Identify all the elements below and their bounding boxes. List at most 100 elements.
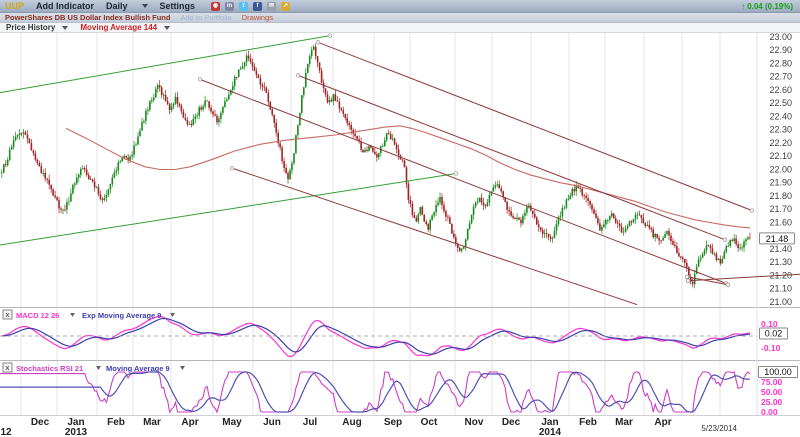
ma144-dropdown[interactable]: Moving Average 144 [80, 23, 157, 32]
fund-name: PowerShares DB US Dollar Index Bullish F… [5, 13, 170, 22]
svg-text:21.10: 21.10 [769, 284, 792, 294]
stoch-header: x Stochastics RSI 21 Moving Average 9 [3, 363, 185, 373]
svg-text:21.48: 21.48 [766, 234, 789, 244]
month-label: Nov [465, 417, 484, 428]
svg-text:-0.10: -0.10 [761, 343, 781, 353]
month-label: Jul [303, 417, 318, 428]
year-label: 12 [0, 427, 12, 437]
time-axis: DecJanFebMarAprMayJunJulAugSepOctNovDecJ… [0, 417, 737, 437]
subtitle-bar: PowerShares DB US Dollar Index Bullish F… [0, 13, 800, 23]
price-history-dropdown[interactable]: Price History [6, 23, 55, 32]
month-label: Jun [263, 417, 281, 428]
chart-svg[interactable]: 23.00 22.90 22.80 22.70 22.60 22.50 22.40 22.30… [0, 33, 800, 437]
share-icons: ◉ in t f ✉ ↗ [211, 2, 290, 11]
svg-text:22.10: 22.10 [769, 151, 792, 161]
macd-header-ma-dropdown[interactable]: Exp Moving Average 9 [82, 311, 161, 320]
macd-header: x MACD 12 26 Exp Moving Average 9 [3, 310, 175, 320]
svg-text:x: x [6, 365, 10, 372]
trendline[interactable] [0, 174, 456, 246]
month-label: Apr [654, 417, 671, 428]
year-label: 2013 [65, 427, 88, 437]
linkedin-icon[interactable]: in [225, 2, 234, 11]
stocktwits-icon[interactable]: ◉ [211, 2, 220, 11]
svg-text:23.00: 23.00 [769, 33, 792, 42]
ma144-line [66, 126, 750, 228]
month-label: Mar [615, 417, 633, 428]
email-icon[interactable]: ✉ [267, 2, 276, 11]
svg-text:22.70: 22.70 [769, 72, 792, 82]
svg-text:0.02: 0.02 [765, 329, 783, 339]
stoch-axis: 100.0075.0050.0025.000.00 [759, 367, 798, 418]
chevron-down-icon [62, 26, 68, 30]
svg-text:22.80: 22.80 [769, 59, 792, 69]
trendline-handle [686, 279, 690, 283]
settings-button[interactable]: Settings [160, 1, 196, 11]
trendline-handle [726, 283, 730, 287]
svg-text:22.90: 22.90 [769, 45, 792, 55]
month-label: Apr [181, 417, 198, 428]
up-arrow-icon: ↑ [741, 2, 745, 11]
svg-text:21.20: 21.20 [769, 271, 792, 281]
trendline-handle [316, 41, 320, 45]
year-label: 2014 [539, 427, 562, 437]
month-label: Mar [143, 417, 161, 428]
macd-axis: 0.10-0.100.02 [760, 319, 788, 353]
month-label: Feb [107, 417, 125, 428]
month-label: Oct [421, 417, 438, 428]
chevron-down-icon [70, 313, 75, 317]
trendline-handle [750, 209, 754, 213]
stoch-header-ma-dropdown[interactable]: Moving Average 9 [106, 364, 170, 373]
trendline-handle [328, 34, 332, 38]
add-to-portfolio-button[interactable]: Add to Portfolio [180, 13, 231, 22]
svg-text:21.00: 21.00 [769, 297, 792, 307]
svg-text:22.00: 22.00 [769, 165, 792, 175]
toolbar: UUP Add Indicator Daily Settings ◉ in t … [0, 0, 800, 13]
svg-text:25.00: 25.00 [761, 397, 783, 407]
price-panel-header: Price History Moving Average 144 [0, 23, 800, 33]
svg-text:21.60: 21.60 [769, 218, 792, 228]
chevron-down-icon [164, 26, 170, 30]
trendline-handle [198, 78, 202, 82]
price-change-text: 0.04 (0.19%) [747, 2, 793, 11]
svg-text:22.60: 22.60 [769, 85, 792, 95]
macd-header-dropdown[interactable]: MACD 12 26 [16, 311, 59, 320]
svg-text:x: x [6, 312, 10, 319]
period-dropdown[interactable]: Daily [106, 1, 148, 11]
trendline-handle [454, 172, 458, 176]
svg-text:21.30: 21.30 [769, 257, 792, 267]
trendlines[interactable] [0, 34, 800, 305]
share-icon[interactable]: ↗ [281, 2, 290, 11]
stoch-header-dropdown[interactable]: Stochastics RSI 21 [16, 364, 83, 373]
svg-text:21.40: 21.40 [769, 244, 792, 254]
month-label: Feb [579, 417, 597, 428]
svg-text:21.70: 21.70 [769, 204, 792, 214]
month-label: Dec [502, 417, 521, 428]
stoch-ma-line [0, 372, 750, 412]
month-label: Dec [31, 417, 50, 428]
svg-text:0.00: 0.00 [761, 407, 778, 417]
svg-text:50.00: 50.00 [761, 387, 783, 397]
end-date-label: 5/23/2014 [701, 424, 737, 433]
chevron-down-icon [180, 366, 185, 370]
facebook-icon[interactable]: f [253, 2, 262, 11]
month-label: Sep [384, 417, 402, 428]
trendline[interactable] [0, 36, 330, 93]
add-indicator-button[interactable]: Add Indicator [36, 1, 94, 11]
svg-text:21.90: 21.90 [769, 178, 792, 188]
trendline-handle [685, 275, 689, 279]
period-dropdown-label: Daily [106, 1, 128, 11]
svg-text:22.40: 22.40 [769, 112, 792, 122]
twitter-icon[interactable]: t [239, 2, 248, 11]
svg-text:75.00: 75.00 [761, 377, 783, 387]
symbol-ticker[interactable]: UUP [5, 1, 24, 11]
svg-text:100.00: 100.00 [764, 367, 792, 377]
drawings-button[interactable]: Drawings [242, 13, 273, 22]
trendline[interactable] [200, 79, 726, 283]
month-label: Aug [342, 417, 361, 428]
trendline-handle [723, 238, 727, 242]
chevron-down-icon [142, 4, 148, 8]
svg-text:22.20: 22.20 [769, 138, 792, 148]
svg-text:22.30: 22.30 [769, 125, 792, 135]
month-label: May [222, 417, 242, 428]
svg-text:22.50: 22.50 [769, 98, 792, 108]
